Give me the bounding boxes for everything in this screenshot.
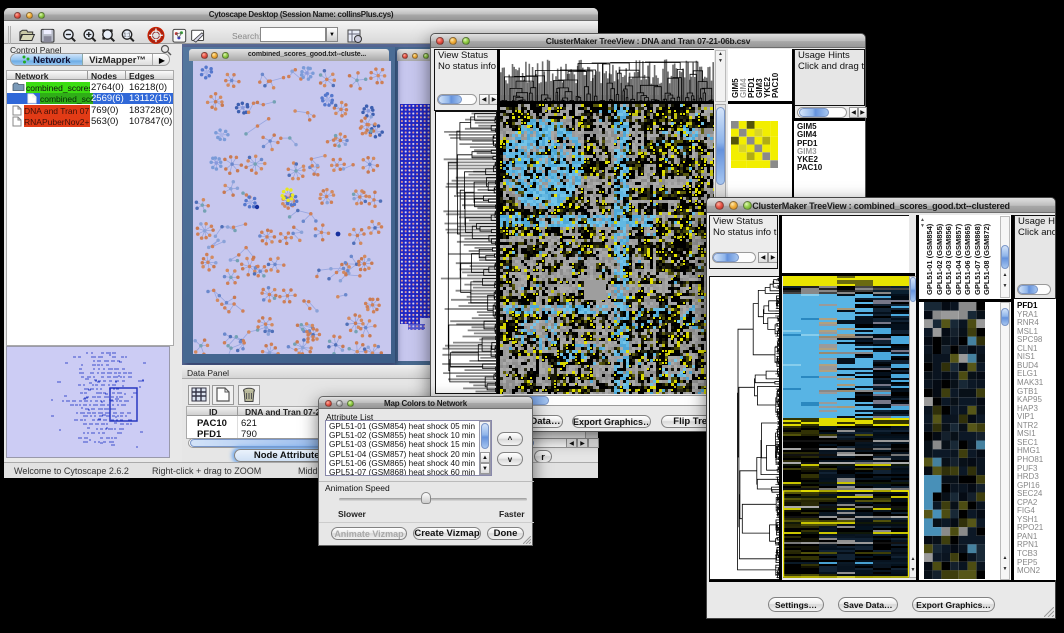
svg-text:1:1: 1:1 xyxy=(124,33,131,39)
